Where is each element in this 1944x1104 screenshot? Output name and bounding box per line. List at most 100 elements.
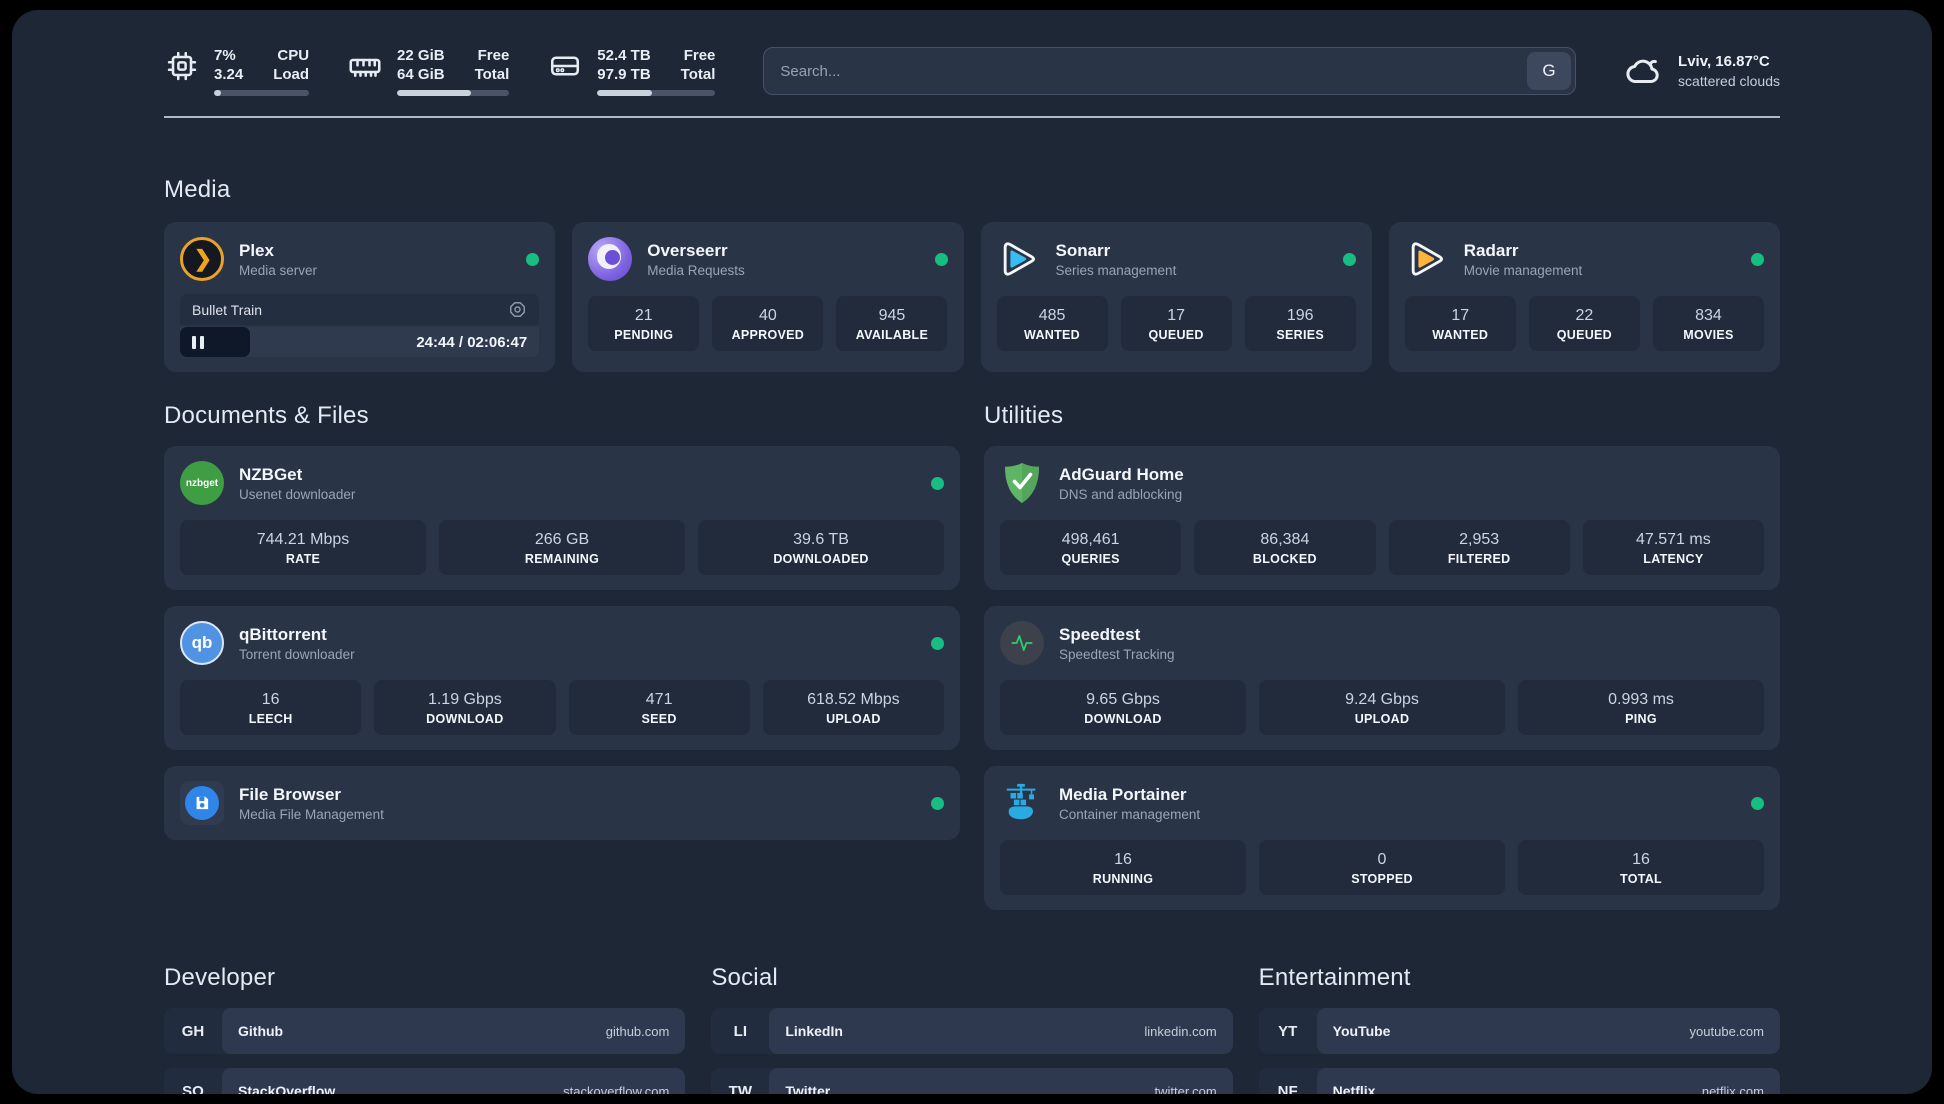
app-subtitle: DNS and adblocking bbox=[1059, 486, 1183, 502]
disk-total-label: Total bbox=[680, 66, 716, 83]
search-engine-button[interactable]: G bbox=[1527, 52, 1572, 90]
header-divider bbox=[164, 116, 1780, 118]
stat-tile: 39.6 TB DOWNLOADED bbox=[698, 520, 944, 575]
stat-tile: 47.571 ms LATENCY bbox=[1582, 520, 1764, 575]
status-dot bbox=[1751, 796, 1764, 810]
ram-free-value: 22 GiB bbox=[397, 47, 445, 64]
stat-tile: 22 QUEUED bbox=[1528, 296, 1640, 351]
plex-icon: ❯ bbox=[180, 237, 224, 281]
app-card-speedtest[interactable]: Speedtest Speedtest Tracking 9.65 Gbps D… bbox=[984, 606, 1780, 750]
stat-tile: 16 TOTAL bbox=[1518, 840, 1764, 895]
status-dot bbox=[931, 636, 944, 650]
status-dot bbox=[1751, 252, 1764, 266]
app-card-qbittorrent[interactable]: qb qBittorrent Torrent downloader 16 LEE… bbox=[164, 606, 960, 750]
bookmark-twitter[interactable]: TW Twitter twitter.com bbox=[711, 1068, 1233, 1094]
stat-tile: 40 APPROVED bbox=[712, 296, 824, 351]
app-name: Plex bbox=[239, 240, 274, 260]
search-input[interactable] bbox=[763, 47, 1577, 95]
cpu-progress-bar bbox=[214, 90, 310, 96]
disk-metric: 52.4 TB 97.9 TB Free Total bbox=[547, 46, 716, 96]
app-subtitle: Container management bbox=[1059, 806, 1201, 822]
section-title-social: Social bbox=[711, 964, 778, 991]
app-card-filebrowser[interactable]: File Browser Media File Management bbox=[164, 766, 960, 840]
section-title-entertainment: Entertainment bbox=[1258, 964, 1411, 991]
app-card-adguard[interactable]: AdGuard Home DNS and adblocking 498,461 … bbox=[984, 446, 1780, 590]
ram-metric: 22 GiB 64 GiB Free Total bbox=[347, 46, 510, 96]
bookmark-github[interactable]: GH Github github.com bbox=[164, 1008, 686, 1054]
section-title-utilities: Utilities bbox=[984, 402, 1064, 429]
ram-progress-bar bbox=[397, 90, 510, 96]
app-subtitle: Media Requests bbox=[647, 262, 745, 278]
app-subtitle: Torrent downloader bbox=[239, 646, 355, 662]
stat-tile: 618.52 Mbps UPLOAD bbox=[762, 680, 944, 735]
status-dot bbox=[526, 252, 540, 266]
weather-location-temp: Lviv, 16.87°C bbox=[1678, 53, 1770, 70]
disk-free-label: Free bbox=[683, 47, 716, 64]
bookmark-youtube[interactable]: YT YouTube youtube.com bbox=[1258, 1008, 1780, 1054]
app-subtitle: Usenet downloader bbox=[239, 486, 356, 502]
stat-tile: 196 SERIES bbox=[1244, 296, 1356, 351]
stat-tile: 266 GB REMAINING bbox=[439, 520, 685, 575]
cpu-load-label: Load bbox=[273, 66, 310, 83]
app-card-portainer[interactable]: Media Portainer Container management 16 … bbox=[984, 766, 1780, 910]
section-title-documents: Documents & Files bbox=[164, 402, 369, 429]
stat-tile: 498,461 QUERIES bbox=[1000, 520, 1182, 575]
radarr-icon bbox=[1405, 237, 1449, 281]
ram-total-value: 64 GiB bbox=[397, 66, 445, 83]
app-name: Radarr bbox=[1463, 240, 1519, 260]
camera-icon[interactable] bbox=[508, 300, 527, 319]
playback-time: 24:44 / 02:06:47 bbox=[416, 333, 528, 351]
cpu-usage-label: CPU bbox=[277, 47, 310, 64]
search-bar: G bbox=[763, 47, 1577, 95]
stat-tile: 834 MOVIES bbox=[1652, 296, 1764, 351]
app-name: File Browser bbox=[239, 784, 342, 804]
stat-tile: 9.24 Gbps UPLOAD bbox=[1259, 680, 1505, 735]
status-dot bbox=[931, 796, 944, 810]
app-subtitle: Media File Management bbox=[239, 806, 384, 822]
app-card-overseerr[interactable]: Overseerr Media Requests 21 PENDING 40 A… bbox=[572, 222, 964, 372]
stat-tile: 1.19 Gbps DOWNLOAD bbox=[374, 680, 556, 735]
weather-widget: Lviv, 16.87°C scattered clouds bbox=[1622, 50, 1780, 92]
overseerr-icon bbox=[588, 237, 633, 281]
ram-free-label: Free bbox=[477, 47, 510, 64]
app-card-plex[interactable]: ❯ Plex Media server Bullet Train 24:44 /… bbox=[164, 222, 556, 372]
youtube-icon: YT bbox=[1278, 1022, 1298, 1040]
stat-tile: 9.65 Gbps DOWNLOAD bbox=[1000, 680, 1246, 735]
app-card-radarr[interactable]: Radarr Movie management 17 WANTED 22 QUE… bbox=[1388, 222, 1780, 372]
app-subtitle: Series management bbox=[1055, 262, 1177, 278]
stat-tile: 744.21 Mbps RATE bbox=[180, 520, 426, 575]
stat-tile: 0 STOPPED bbox=[1259, 840, 1505, 895]
status-dot bbox=[1342, 252, 1356, 266]
stat-tile: 86,384 BLOCKED bbox=[1194, 520, 1376, 575]
speedtest-icon bbox=[1000, 621, 1044, 665]
github-icon: GH bbox=[181, 1022, 205, 1040]
stat-tile: 485 WANTED bbox=[996, 296, 1108, 351]
bookmark-netflix[interactable]: NF Netflix netflix.com bbox=[1258, 1068, 1780, 1094]
pause-icon[interactable] bbox=[192, 335, 204, 349]
app-card-nzbget[interactable]: nzbget NZBGet Usenet downloader 744.21 M… bbox=[164, 446, 960, 590]
section-title-media: Media bbox=[164, 176, 231, 203]
app-name: Sonarr bbox=[1055, 240, 1111, 260]
stat-tile: 17 QUEUED bbox=[1120, 296, 1232, 351]
app-card-sonarr[interactable]: Sonarr Series management 485 WANTED 17 Q… bbox=[980, 222, 1372, 372]
app-name: NZBGet bbox=[239, 464, 303, 484]
stat-tile: 17 WANTED bbox=[1404, 296, 1516, 351]
disk-total-value: 97.9 TB bbox=[597, 66, 651, 83]
top-bar: 7% 3.24 CPU Load 22 GiB 64 GiB Free Tota… bbox=[164, 46, 1780, 96]
playback-progress-bar[interactable]: 24:44 / 02:06:47 bbox=[180, 327, 540, 357]
status-dot bbox=[934, 252, 948, 266]
weather-condition: scattered clouds bbox=[1678, 73, 1780, 89]
bookmark-linkedin[interactable]: LI LinkedIn linkedin.com bbox=[711, 1008, 1233, 1054]
ram-total-label: Total bbox=[474, 66, 510, 83]
stat-tile: 0.993 ms PING bbox=[1518, 680, 1764, 735]
app-name: Speedtest bbox=[1059, 624, 1141, 644]
cpu-usage-value: 7% bbox=[214, 47, 236, 64]
bookmark-stackoverflow[interactable]: SO StackOverflow stackoverflow.com bbox=[164, 1068, 686, 1094]
disk-progress-bar bbox=[597, 90, 716, 96]
ram-icon bbox=[349, 58, 381, 77]
status-dot bbox=[931, 476, 944, 490]
stat-tile: 471 SEED bbox=[568, 680, 750, 735]
stat-tile: 945 AVAILABLE bbox=[836, 296, 948, 351]
stat-tile: 16 RUNNING bbox=[1000, 840, 1246, 895]
dashboard: 7% 3.24 CPU Load 22 GiB 64 GiB Free Tota… bbox=[12, 10, 1932, 1094]
